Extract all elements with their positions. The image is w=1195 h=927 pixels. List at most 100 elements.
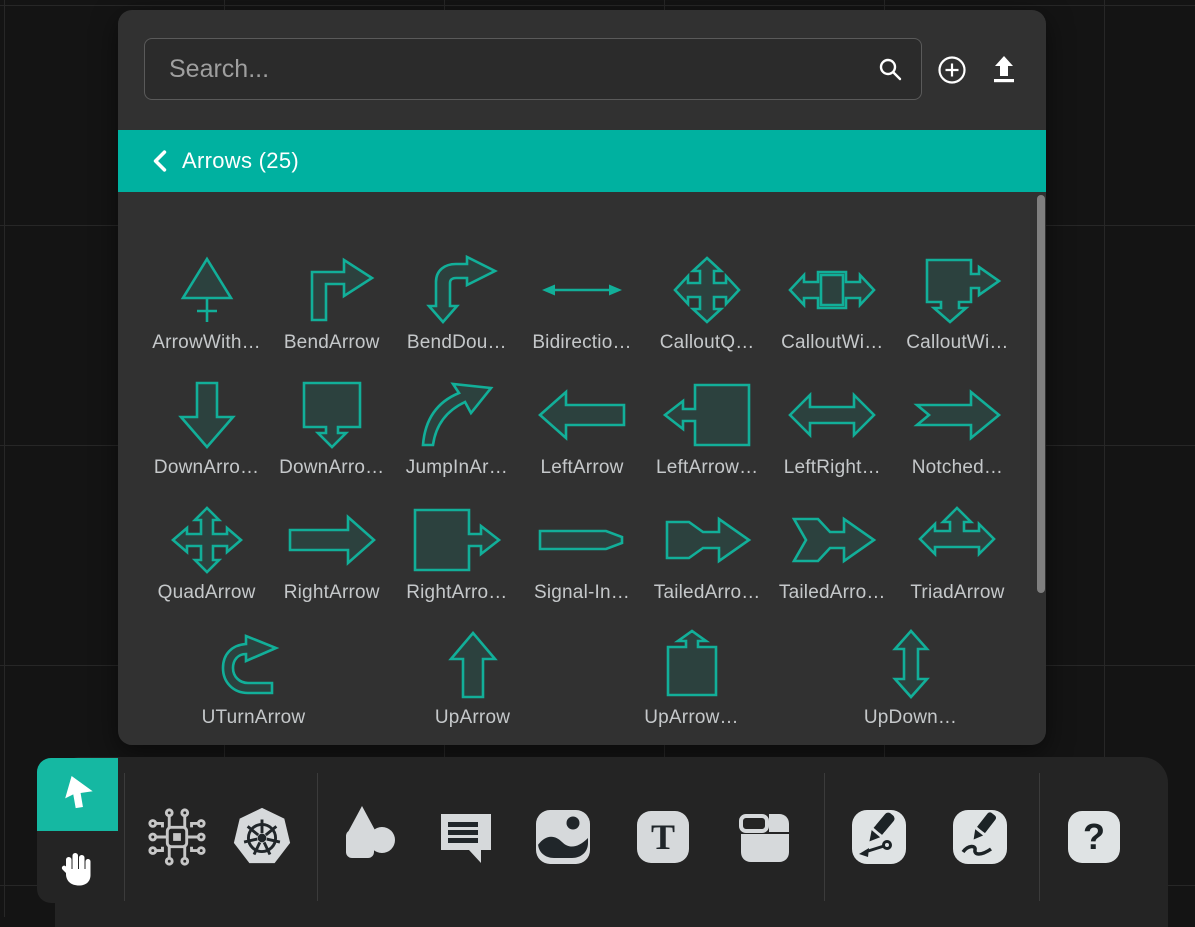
shape-item-notched-right-arrow[interactable]: Notched… [895,379,1020,479]
shape-item-callout-left-right-arrow[interactable]: CalloutWi… [770,254,895,354]
shape-label: ArrowWith… [152,332,261,354]
shape-item-callout-quad-arrow[interactable]: CalloutQ… [645,254,770,354]
circuit-icon [146,806,208,868]
shape-label: CalloutQ… [660,332,755,354]
shape-label: LeftRight… [784,457,881,479]
cursor-icon [58,774,98,814]
add-shape-button[interactable] [932,50,972,90]
search-icon [877,56,903,82]
shape-label: UpArrow [435,707,510,729]
shape-label: TailedArro… [654,582,761,604]
image-icon [533,807,593,867]
kubernetes-shapes-tool[interactable] [230,805,294,869]
shape-item-callout-right-down-arrow[interactable]: CalloutWi… [895,254,1020,354]
pen-icon [951,808,1009,866]
shape-item-triad-arrow[interactable]: TriadArrow [895,504,1020,604]
scrollbar[interactable] [1037,195,1045,593]
toolbar: T? [55,757,1168,927]
right-arrow-icon [282,504,382,576]
shape-label: LeftArrow [540,457,623,479]
text-tool[interactable]: T [631,805,695,869]
image-tool[interactable] [531,805,595,869]
svg-text:T: T [651,817,675,857]
select-pan-control [37,758,118,903]
shape-item-jump-in-arrow[interactable]: JumpInAr… [394,379,519,479]
shape-label: CalloutWi… [781,332,883,354]
shape-item-up-down-arrow[interactable]: UpDown… [801,629,1020,729]
note-tool[interactable] [732,805,796,869]
basic-shapes-tool[interactable] [337,805,401,869]
shape-item-right-arrow-callout[interactable]: RightArro… [394,504,519,604]
freehand-draw-tool[interactable] [948,805,1012,869]
arrow-with-cross-icon [157,254,257,326]
upload-button[interactable] [984,50,1024,90]
note-icon [735,808,793,866]
upload-icon [990,55,1018,85]
shape-item-bend-double-arrow[interactable]: BendDou… [394,254,519,354]
help-icon: ? [1066,809,1122,865]
shape-item-u-turn-arrow[interactable]: UTurnArrow [144,629,363,729]
shape-item-up-arrow-callout[interactable]: UpArrow… [582,629,801,729]
left-arrow-callout-icon [657,379,757,451]
shape-item-tailed-arrow-chevron[interactable]: TailedArro… [770,504,895,604]
shape-item-left-arrow-callout[interactable]: LeftArrow… [645,379,770,479]
shape-label: Notched… [912,457,1003,479]
toolbar-divider [124,773,125,901]
shape-label: UpDown… [864,707,957,729]
shape-label: UTurnArrow [202,707,306,729]
notched-right-arrow-icon [907,379,1007,451]
comment-tool[interactable] [434,805,498,869]
comment-icon [435,806,497,868]
shape-item-right-arrow[interactable]: RightArrow [269,504,394,604]
network-shapes-tool[interactable] [145,805,209,869]
search-input[interactable] [145,55,877,84]
shape-label: LeftArrow… [656,457,758,479]
shape-item-signal-in-arrow[interactable]: Signal-In… [519,504,644,604]
u-turn-arrow-icon [204,629,304,701]
shape-item-left-right-arrow[interactable]: LeftRight… [770,379,895,479]
canvas[interactable]: Arrows (25) ArrowWith… BendArrow BendDou… B… [0,0,1195,917]
quad-arrow-icon [157,504,257,576]
up-down-arrow-icon [861,629,961,701]
shape-item-bend-arrow[interactable]: BendArrow [269,254,394,354]
jump-in-arrow-icon [407,379,507,451]
signal-in-arrow-icon [532,504,632,576]
pan-tool[interactable] [37,831,118,904]
shape-item-down-arrow[interactable]: DownArro… [144,379,269,479]
category-header[interactable]: Arrows (25) [118,130,1046,192]
shape-item-left-arrow[interactable]: LeftArrow [519,379,644,479]
shape-item-bidirectional-arrow[interactable]: Bidirectio… [519,254,644,354]
shape-label: TailedArro… [779,582,886,604]
shape-label: DownArro… [154,457,259,479]
pen-arrow-icon [850,808,908,866]
shape-item-arrow-with-cross[interactable]: ArrowWith… [144,254,269,354]
kubernetes-icon [230,804,294,870]
help-button[interactable]: ? [1062,805,1126,869]
shape-item-up-arrow[interactable]: UpArrow [363,629,582,729]
shape-label: Signal-In… [534,582,630,604]
up-arrow-callout-icon [642,629,742,701]
callout-left-right-arrow-icon [782,254,882,326]
bend-double-arrow-icon [407,254,507,326]
shape-item-tailed-arrow-block[interactable]: TailedArro… [645,504,770,604]
callout-quad-arrow-icon [657,254,757,326]
callout-right-down-arrow-icon [907,254,1007,326]
triad-arrow-icon [907,504,1007,576]
shape-item-down-arrow-callout[interactable]: DownArro… [269,379,394,479]
shape-label: UpArrow… [644,707,739,729]
shape-item-quad-arrow[interactable]: QuadArrow [144,504,269,604]
shape-grid: ArrowWith… BendArrow BendDou… Bidirectio… Ca… [118,192,1046,729]
toolbar-divider [317,773,318,901]
shape-label: CalloutWi… [906,332,1008,354]
shape-label: DownArro… [279,457,384,479]
svg-text:?: ? [1083,816,1105,857]
shape-label: BendDou… [407,332,507,354]
right-arrow-callout-icon [407,504,507,576]
draw-arrow-tool[interactable] [847,805,911,869]
shapes-icon [338,804,400,870]
toolbar-divider [824,773,825,901]
shape-label: QuadArrow [158,582,256,604]
left-arrow-icon [532,379,632,451]
select-tool[interactable] [37,758,118,831]
down-arrow-callout-icon [282,379,382,451]
